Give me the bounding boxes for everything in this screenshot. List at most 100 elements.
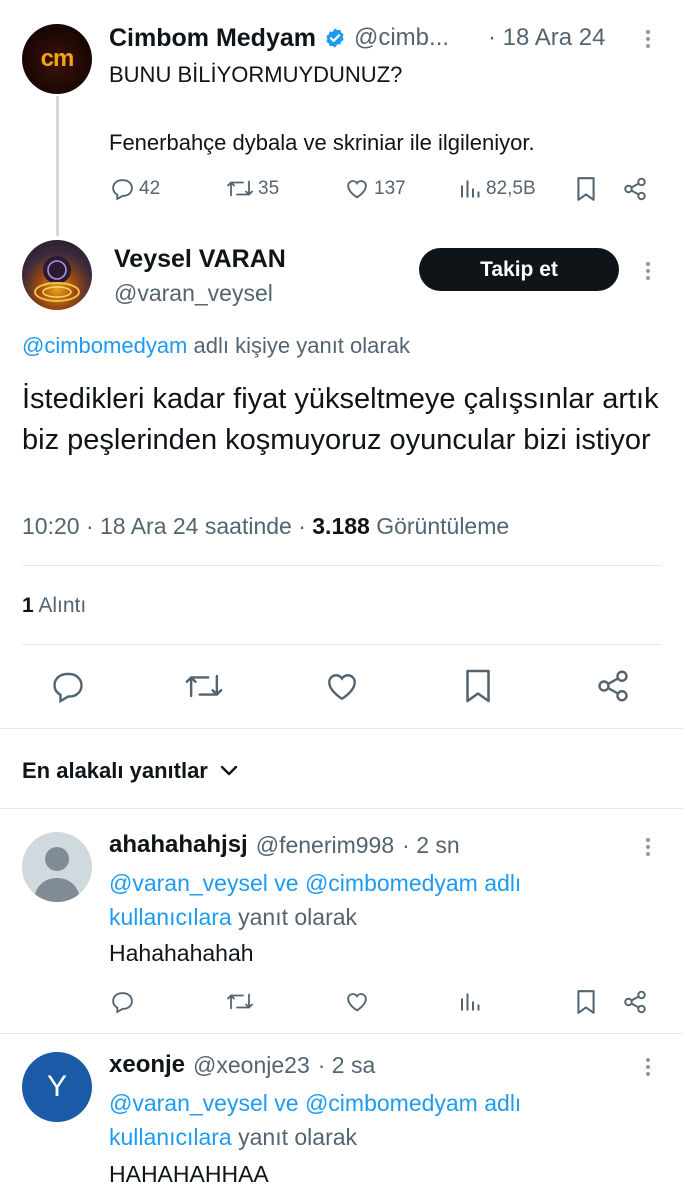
reply-text: Hahahahahah: [109, 940, 254, 966]
heart-icon: [347, 180, 367, 199]
reply-context-text: yanıt olarak: [238, 904, 358, 930]
retweet-icon: [227, 993, 253, 1010]
tweet-text-line-1: BUNU BİLİYORMUYDUNUZ?: [109, 62, 403, 87]
retweet-icon: [185, 674, 223, 698]
share-icon: [598, 670, 628, 702]
quotes-count: 1: [22, 594, 34, 617]
divider: [22, 565, 661, 566]
tweet-text-line-2: Fenerbahçe dybala ve skriniar ile ilgile…: [109, 130, 535, 155]
quotes-stat[interactable]: 1 Alıntı: [22, 594, 86, 618]
divider: [22, 644, 661, 645]
like-button[interactable]: [344, 989, 370, 1014]
reply-icon: [112, 179, 133, 201]
share-button[interactable]: [622, 176, 648, 202]
views-button[interactable]: 82,5B: [458, 176, 536, 201]
mention-users[interactable]: kullanıcılara: [109, 1124, 232, 1150]
retweet-button[interactable]: 35: [226, 176, 279, 201]
views-icon: [461, 993, 480, 1011]
divider: [0, 728, 683, 729]
mention-users[interactable]: kullanıcılara: [109, 904, 232, 930]
reply-time[interactable]: · 2 sn: [402, 832, 460, 859]
mention-link[interactable]: @cimbomedyam adlı: [305, 870, 521, 896]
author-handle[interactable]: @varan_veysel: [114, 280, 273, 307]
views-count: 82,5B: [486, 177, 536, 199]
avatar-art-icon: [34, 256, 80, 302]
views-label: Görüntüleme: [376, 513, 510, 539]
replies-sort-label: En alakalı yanıtlar: [22, 758, 208, 783]
bookmark-icon: [466, 669, 490, 703]
author-handle[interactable]: @cimb...: [354, 24, 449, 52]
reply-button[interactable]: [110, 989, 135, 1014]
mention-link[interactable]: @cimbomedyam: [22, 333, 187, 358]
follow-button[interactable]: Takip et: [419, 248, 619, 291]
reply-header: ahahahahjsj @fenerim998 · 2 sn: [109, 830, 460, 860]
reply-button[interactable]: [50, 668, 86, 704]
share-button[interactable]: [595, 668, 631, 704]
reply-context: @varan_veysel ve @cimbomedyam adlı kulla…: [109, 1086, 609, 1154]
author-name[interactable]: xeonje: [109, 1051, 185, 1079]
quotes-label: Alıntı: [38, 594, 87, 617]
retweet-button[interactable]: [226, 989, 254, 1014]
share-icon: [624, 177, 646, 201]
divider: [0, 1033, 683, 1034]
reply-context-text: yanıt olarak: [238, 1124, 358, 1150]
parent-header: Cimbom Medyam @cimb...: [109, 22, 449, 54]
like-button[interactable]: [323, 668, 361, 704]
avatar-letter: Y: [46, 1070, 67, 1103]
heart-icon: [347, 993, 367, 1012]
reply-icon: [53, 672, 83, 704]
reply-count: 42: [139, 177, 161, 199]
bookmark-icon: [577, 990, 595, 1014]
reply-button[interactable]: 42: [110, 176, 160, 201]
reply-text: HAHAHAHHAA: [109, 1161, 269, 1187]
tweet-date[interactable]: · 18 Ara 24: [488, 24, 605, 52]
views-icon: [461, 180, 480, 198]
author-handle[interactable]: @fenerim998: [256, 832, 394, 859]
replies-sort-dropdown[interactable]: En alakalı yanıtlar: [22, 758, 238, 784]
reply-icon: [112, 992, 133, 1014]
like-count: 137: [374, 177, 406, 199]
mention-link[interactable]: @varan_veysel: [109, 870, 268, 896]
reply-time[interactable]: · 2 sa: [318, 1052, 376, 1079]
share-button[interactable]: [622, 989, 648, 1015]
more-options-icon[interactable]: [645, 30, 651, 48]
like-button[interactable]: 137: [344, 176, 406, 201]
author-name[interactable]: Veysel VARAN: [114, 245, 286, 274]
bookmark-button[interactable]: [463, 668, 493, 704]
reply-context: @varan_veysel ve @cimbomedyam adlı kulla…: [109, 866, 609, 934]
parent-thread-line: [56, 96, 59, 236]
divider: [0, 808, 683, 809]
retweet-count: 35: [258, 177, 280, 199]
retweet-button[interactable]: [184, 668, 224, 704]
default-avatar-icon: [34, 847, 80, 902]
author-name[interactable]: ahahahahjsj: [109, 831, 248, 859]
mention-link[interactable]: @cimbomedyam adlı: [305, 1090, 521, 1116]
mention-join: ve: [274, 1090, 299, 1116]
author-handle[interactable]: @xeonje23: [193, 1052, 310, 1079]
avatar-logo-text: cm: [40, 45, 75, 72]
author-name[interactable]: Cimbom Medyam: [109, 24, 316, 53]
avatar[interactable]: cm: [22, 24, 92, 94]
more-options-icon[interactable]: [645, 838, 651, 856]
mention-join: ve: [274, 870, 299, 896]
avatar[interactable]: [22, 240, 92, 310]
main-tweet-text: İstedikleri kadar fiyat yükseltmeye çalı…: [22, 383, 659, 456]
reply-header: xeonje @xeonje23 · 2 sa: [109, 1050, 375, 1080]
avatar[interactable]: [22, 832, 92, 902]
more-options-icon[interactable]: [645, 1058, 651, 1076]
verified-badge-icon: [324, 27, 346, 49]
reply-context: @cimbomedyam adlı kişiye yanıt olarak: [22, 333, 410, 359]
bookmark-button[interactable]: [575, 989, 597, 1015]
views-count: 3.188: [312, 513, 370, 539]
avatar[interactable]: Y: [22, 1052, 92, 1122]
mention-link[interactable]: @varan_veysel: [109, 1090, 268, 1116]
tweet-timestamp[interactable]: 10:20 · 18 Ara 24 saatinde ·: [22, 513, 306, 539]
reply-context-text: adlı kişiye yanıt olarak: [193, 333, 410, 358]
more-options-icon[interactable]: [645, 262, 651, 280]
heart-icon: [328, 674, 356, 701]
chevron-down-icon: [220, 765, 238, 776]
views-button[interactable]: [458, 989, 482, 1014]
share-icon: [624, 990, 646, 1014]
bookmark-button[interactable]: [575, 176, 597, 202]
tweet-meta: 10:20 · 18 Ara 24 saatinde · 3.188 Görün…: [22, 513, 509, 540]
